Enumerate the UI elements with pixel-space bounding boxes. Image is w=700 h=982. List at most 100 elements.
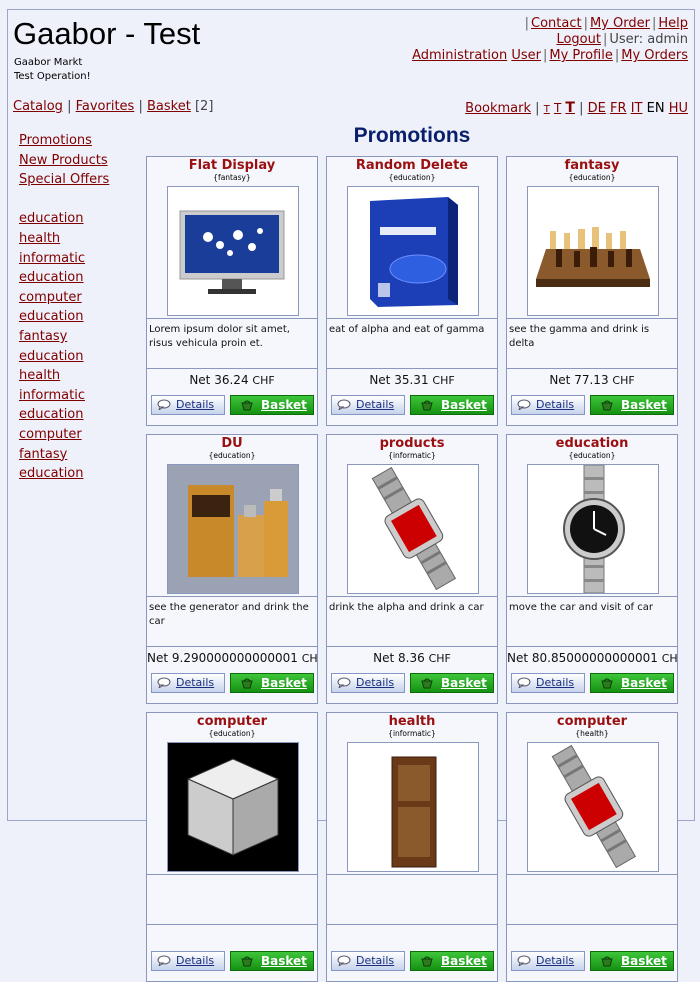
- sidebar-category-link[interactable]: fantasy: [19, 445, 139, 465]
- product-image[interactable]: [527, 742, 659, 872]
- sidebar-category-link[interactable]: computer: [19, 425, 139, 445]
- product-price: Net 35.31 CHF: [327, 368, 497, 393]
- details-button[interactable]: Details: [331, 673, 405, 693]
- speech-bubble-icon: [157, 955, 171, 966]
- details-button[interactable]: Details: [511, 673, 585, 693]
- details-button[interactable]: Details: [511, 951, 585, 971]
- price-value: 9.290000000000001: [171, 651, 298, 665]
- basket-icon: [241, 956, 253, 967]
- price-currency: CHF: [612, 374, 635, 387]
- administration-link[interactable]: Administration: [412, 48, 507, 63]
- add-to-basket-button[interactable]: Basket: [590, 395, 674, 415]
- user-label: User: admin: [609, 32, 688, 47]
- font-medium-link[interactable]: T: [554, 101, 561, 115]
- add-to-basket-button[interactable]: Basket: [230, 951, 314, 971]
- product-card: computer {health} Details Basket: [506, 712, 678, 982]
- product-card: DU {education} see the generator and drink…: [146, 434, 318, 704]
- basket-link[interactable]: Basket: [147, 99, 191, 114]
- product-description: drink the alpha and drink a car: [327, 596, 497, 646]
- product-description: see the gamma and drink is delta: [507, 318, 677, 368]
- product-image[interactable]: [527, 464, 659, 594]
- add-to-basket-button[interactable]: Basket: [230, 395, 314, 415]
- sidebar-special-link[interactable]: Special Offers: [19, 170, 139, 190]
- product-name[interactable]: health: [327, 715, 497, 729]
- product-name[interactable]: fantasy: [507, 159, 677, 173]
- details-button[interactable]: Details: [331, 951, 405, 971]
- speech-bubble-icon: [157, 677, 171, 688]
- details-button[interactable]: Details: [151, 951, 225, 971]
- product-image[interactable]: [167, 186, 299, 316]
- add-to-basket-button[interactable]: Basket: [410, 673, 494, 693]
- sidebar-category-link[interactable]: education: [19, 347, 139, 367]
- sidebar-special-link[interactable]: Promotions: [19, 131, 139, 151]
- sidebar-category-link[interactable]: informatic: [19, 249, 139, 269]
- product-name[interactable]: DU: [147, 437, 317, 451]
- product-category: {education}: [568, 173, 616, 182]
- product-name[interactable]: Random Delete: [327, 159, 497, 173]
- shop-subtitle: Gaabor Markt: [14, 57, 83, 68]
- sidebar-category-link[interactable]: health: [19, 229, 139, 249]
- details-button[interactable]: Details: [331, 395, 405, 415]
- product-price: [507, 924, 677, 949]
- lang-fr-link[interactable]: FR: [610, 101, 627, 116]
- user-link[interactable]: User: [511, 48, 541, 63]
- logout-link[interactable]: Logout: [556, 32, 601, 47]
- product-image[interactable]: [167, 742, 299, 872]
- details-button[interactable]: Details: [151, 673, 225, 693]
- sidebar-category-link[interactable]: education: [19, 268, 139, 288]
- my-orders-link[interactable]: My Orders: [621, 48, 688, 63]
- sidebar-category-link[interactable]: education: [19, 405, 139, 425]
- product-image[interactable]: [527, 186, 659, 316]
- my-profile-link[interactable]: My Profile: [549, 48, 612, 63]
- sidebar-category-link[interactable]: education: [19, 307, 139, 327]
- product-category: {fantasy}: [213, 173, 251, 182]
- add-to-basket-button[interactable]: Basket: [410, 395, 494, 415]
- details-button[interactable]: Details: [511, 395, 585, 415]
- add-to-basket-button[interactable]: Basket: [410, 951, 494, 971]
- details-button[interactable]: Details: [151, 395, 225, 415]
- product-name[interactable]: computer: [507, 715, 677, 729]
- lang-it-link[interactable]: IT: [631, 101, 643, 116]
- product-image[interactable]: [347, 742, 479, 872]
- sidebar-category-link[interactable]: informatic: [19, 386, 139, 406]
- price-value: 35.31: [394, 373, 429, 387]
- price-currency: CH: [661, 652, 677, 665]
- add-to-basket-button[interactable]: Basket: [590, 673, 674, 693]
- add-to-basket-button[interactable]: Basket: [590, 951, 674, 971]
- product-image[interactable]: [167, 464, 299, 594]
- font-large-link[interactable]: T: [565, 100, 575, 116]
- favorites-link[interactable]: Favorites: [76, 99, 135, 114]
- basket-label: Basket: [441, 676, 487, 690]
- lang-hu-link[interactable]: HU: [669, 101, 688, 116]
- price-value: 8.36: [398, 651, 425, 665]
- price-prefix: Net: [189, 373, 211, 387]
- sidebar-category-link[interactable]: computer: [19, 288, 139, 308]
- sidebar-special-link[interactable]: New Products: [19, 151, 139, 171]
- sidebar-category-link[interactable]: education: [19, 464, 139, 484]
- product-price: Net 77.13 CHF: [507, 368, 677, 393]
- my-order-link[interactable]: My Order: [590, 16, 650, 31]
- product-price: Net 9.290000000000001 CH: [147, 646, 317, 671]
- contact-link[interactable]: Contact: [531, 16, 582, 31]
- sidebar-category-link[interactable]: education: [19, 209, 139, 229]
- catalog-link[interactable]: Catalog: [13, 99, 63, 114]
- sidebar-category-link[interactable]: fantasy: [19, 327, 139, 347]
- lang-de-link[interactable]: DE: [588, 101, 606, 116]
- product-name[interactable]: products: [327, 437, 497, 451]
- help-link[interactable]: Help: [658, 16, 688, 31]
- add-to-basket-button[interactable]: Basket: [230, 673, 314, 693]
- bookmark-link[interactable]: Bookmark: [465, 101, 531, 116]
- price-currency: CHF: [432, 374, 455, 387]
- sidebar-category-link[interactable]: health: [19, 366, 139, 386]
- product-name[interactable]: Flat Display: [147, 159, 317, 173]
- product-name[interactable]: computer: [147, 715, 317, 729]
- product-image[interactable]: [347, 464, 479, 594]
- price-prefix: Net: [373, 651, 395, 665]
- font-small-link[interactable]: T: [544, 104, 550, 115]
- product-name[interactable]: education: [507, 437, 677, 451]
- product-image[interactable]: [347, 186, 479, 316]
- basket-icon: [601, 678, 613, 689]
- product-description: move the car and visit of car: [507, 596, 677, 646]
- product-card: Flat Display {fantasy} Lorem ipsum dolor s…: [146, 156, 318, 426]
